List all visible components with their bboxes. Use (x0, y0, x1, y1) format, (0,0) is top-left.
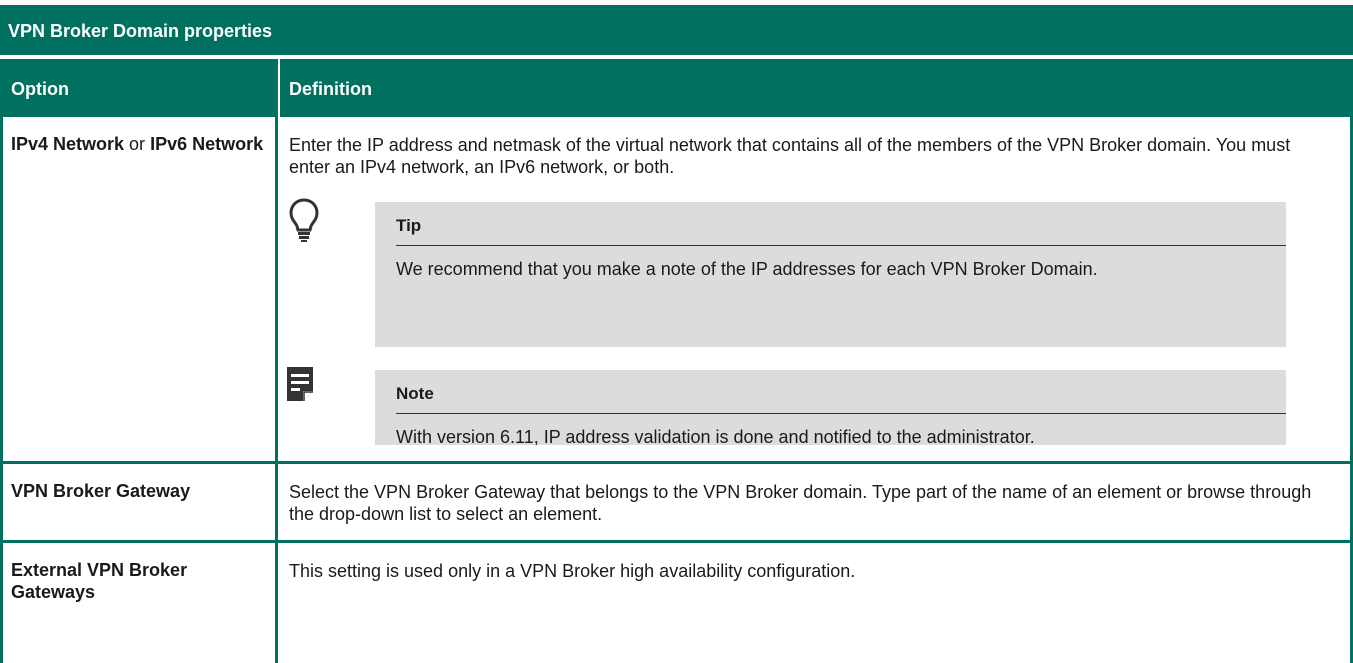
header-option: Option (11, 79, 69, 99)
option-ipv4: IPv4 Network (11, 134, 125, 154)
table-row-ip-network: IPv4 Network or IPv6 Network Enter the I… (3, 117, 1350, 461)
tip-text: We recommend that you make a note of the… (396, 259, 1098, 279)
note-rule (396, 413, 1286, 414)
table-row-external-gateways: External VPN Broker Gateways This settin… (3, 543, 1350, 663)
definition-cell: Enter the IP address and netmask of the … (278, 117, 1350, 461)
tip-callout: Tip We recommend that you make a note of… (375, 202, 1286, 347)
option-text: IPv4 Network or IPv6 Network (11, 133, 269, 155)
option-or: or (124, 134, 151, 154)
note-icon (287, 367, 313, 401)
option-cell: VPN Broker Gateway (3, 464, 278, 540)
note-callout: Note With version 6.11, IP address valid… (375, 370, 1286, 447)
option-text: External VPN Broker Gateways (11, 559, 269, 603)
option-cell: External VPN Broker Gateways (3, 543, 278, 663)
note-text: With version 6.11, IP address validation… (396, 427, 1035, 447)
option-ipv6: IPv6 Network (150, 134, 264, 154)
document-page: VPN Broker Domain properties Option Defi… (0, 0, 1353, 663)
header-divider (278, 59, 280, 117)
table-title-bar: VPN Broker Domain properties (0, 5, 1353, 59)
tip-title: Tip (396, 216, 422, 235)
option-cell: IPv4 Network or IPv6 Network (3, 117, 278, 461)
header-definition: Definition (289, 79, 372, 99)
definition-cell: This setting is used only in a VPN Broke… (278, 543, 1350, 663)
table-title: VPN Broker Domain properties (8, 21, 273, 41)
option-label: VPN Broker Gateway (11, 481, 191, 501)
lightbulb-icon (289, 198, 319, 242)
table-row-gateway: VPN Broker Gateway Select the VPN Broker… (3, 464, 1350, 540)
properties-table: Option Definition IPv4 Network or IPv6 N… (0, 59, 1353, 663)
option-label: External VPN Broker Gateways (11, 560, 188, 602)
definition-text: Select the VPN Broker Gateway that belon… (289, 482, 1312, 524)
definition-text: Enter the IP address and netmask of the … (289, 135, 1291, 177)
definition-cell: Select the VPN Broker Gateway that belon… (278, 464, 1350, 540)
table-header-row: Option Definition (3, 59, 1350, 117)
definition-text: This setting is used only in a VPN Broke… (289, 561, 856, 581)
option-text: VPN Broker Gateway (11, 480, 269, 502)
note-title: Note (396, 384, 434, 403)
tip-rule (396, 245, 1286, 246)
